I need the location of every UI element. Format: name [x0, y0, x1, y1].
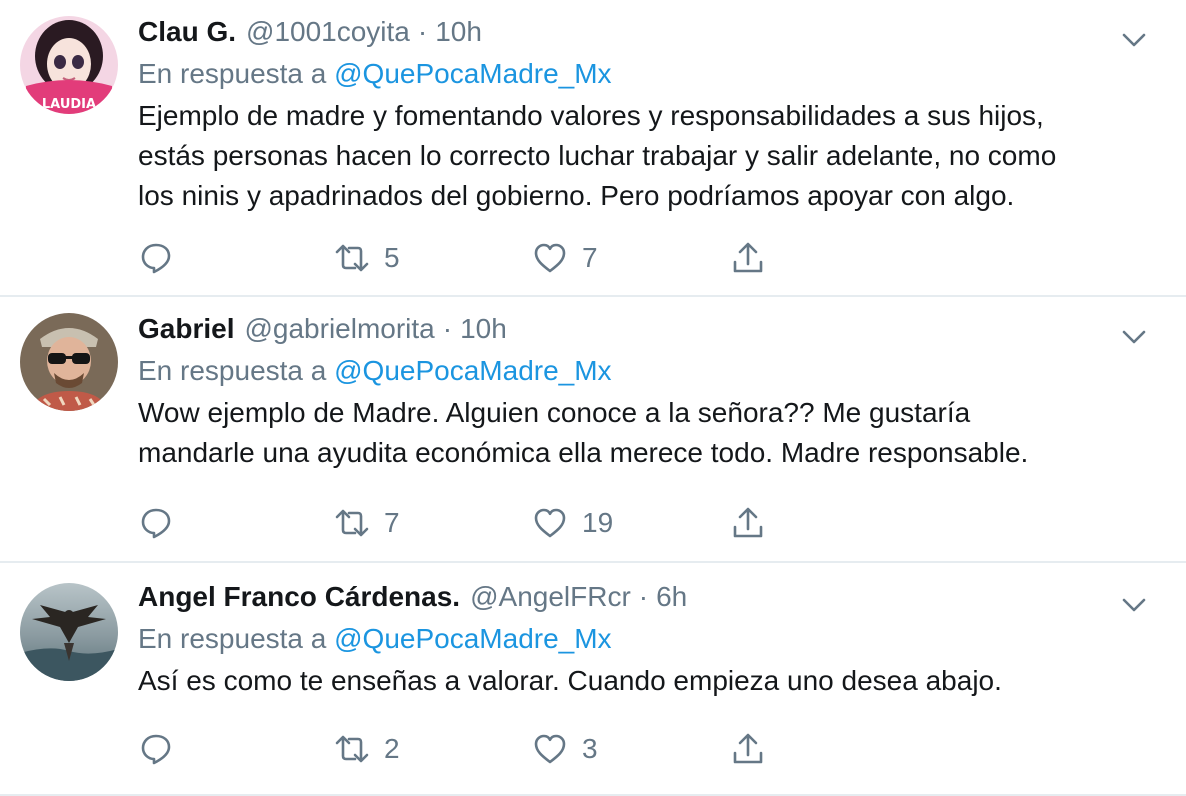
tweet[interactable]: Angel Franco Cárdenas. @AngelFRcr · 6h E… — [0, 563, 1186, 796]
reply-to-link[interactable]: @QuePocaMadre_Mx — [334, 355, 611, 386]
like-button[interactable]: 19 — [532, 503, 613, 543]
reply-prefix: En respuesta a — [138, 623, 327, 654]
retweet-count: 2 — [384, 733, 400, 764]
heart-icon — [534, 243, 566, 273]
avatar[interactable] — [20, 583, 118, 681]
timestamp[interactable]: 10h — [460, 309, 507, 349]
retweet-count: 5 — [384, 242, 400, 273]
chevron-down-icon[interactable] — [1120, 327, 1148, 347]
tweet[interactable]: LAUDIA Clau G. @1001coyita · 10h En resp… — [0, 0, 1186, 297]
display-name[interactable]: Clau G. — [138, 12, 236, 52]
like-count: 19 — [582, 507, 614, 538]
separator-dot: · — [638, 581, 649, 612]
tweet-header: Clau G. @1001coyita · 10h — [138, 12, 1146, 52]
reply-context: En respuesta a @QuePocaMadre_Mx — [138, 52, 1146, 96]
reply-icon — [141, 508, 171, 539]
tweet[interactable]: Gabriel @gabrielmorita · 10h En respuest… — [0, 297, 1186, 563]
share-icon — [733, 507, 763, 538]
chevron-down-icon[interactable] — [1120, 595, 1148, 615]
tweet-header: Gabriel @gabrielmorita · 10h — [138, 309, 1146, 349]
avatar[interactable] — [20, 313, 118, 411]
like-button[interactable]: 7 — [532, 238, 598, 278]
retweet-icon — [335, 509, 369, 537]
heart-icon — [534, 734, 566, 764]
user-handle[interactable]: @gabrielmorita — [244, 309, 434, 349]
tweet-header: Angel Franco Cárdenas. @AngelFRcr · 6h — [138, 577, 1146, 617]
timestamp[interactable]: 10h — [435, 12, 482, 52]
tweet-text-line: estás personas hacen lo correcto luchar … — [138, 140, 1057, 171]
display-name[interactable]: Angel Franco Cárdenas. — [138, 577, 460, 617]
chevron-down-icon[interactable] — [1120, 30, 1148, 50]
tweet-text-line: Ejemplo de madre y fomentando valores y … — [138, 100, 1044, 131]
reply-context: En respuesta a @QuePocaMadre_Mx — [138, 617, 1146, 661]
retweet-count: 7 — [384, 507, 400, 538]
share-icon — [733, 733, 763, 764]
share-icon — [733, 242, 763, 273]
avatar[interactable]: LAUDIA — [20, 16, 118, 114]
like-button[interactable]: 3 — [532, 729, 598, 769]
share-button[interactable] — [730, 503, 766, 543]
reply-icon — [141, 734, 171, 765]
user-handle[interactable]: @1001coyita — [246, 12, 410, 52]
tweet-text-line: mandarle una ayudita económica ella mere… — [138, 437, 1029, 468]
retweet-button[interactable]: 5 — [334, 238, 400, 278]
share-button[interactable] — [730, 729, 766, 769]
separator-dot: · — [442, 313, 453, 344]
tweet-text-line: los ninis y apadrinados del gobierno. Pe… — [138, 180, 1015, 211]
retweet-button[interactable]: 2 — [334, 729, 400, 769]
like-count: 7 — [582, 242, 598, 273]
share-button[interactable] — [730, 238, 766, 278]
avatar-label: LAUDIA — [42, 97, 96, 112]
retweet-button[interactable]: 7 — [334, 503, 400, 543]
reply-to-link[interactable]: @QuePocaMadre_Mx — [334, 623, 611, 654]
tweet-text: Wow ejemplo de Madre. Alguien conoce a l… — [138, 393, 1146, 473]
reply-context: En respuesta a @QuePocaMadre_Mx — [138, 349, 1146, 393]
reply-icon — [141, 243, 171, 274]
reply-to-link[interactable]: @QuePocaMadre_Mx — [334, 58, 611, 89]
reply-prefix: En respuesta a — [138, 355, 327, 386]
reply-button[interactable] — [138, 238, 174, 278]
reply-button[interactable] — [138, 503, 174, 543]
tweet-text-line: Así es como te enseñas a valorar. Cuando… — [138, 665, 1002, 696]
tweet-text: Ejemplo de madre y fomentando valores y … — [138, 96, 1146, 216]
reply-button[interactable] — [138, 729, 174, 769]
heart-icon — [534, 508, 566, 538]
like-count: 3 — [582, 733, 598, 764]
user-handle[interactable]: @AngelFRcr — [470, 577, 631, 617]
tweet-text: Así es como te enseñas a valorar. Cuando… — [138, 661, 1146, 701]
display-name[interactable]: Gabriel — [138, 309, 234, 349]
retweet-icon — [335, 735, 369, 763]
timestamp[interactable]: 6h — [656, 577, 687, 617]
reply-prefix: En respuesta a — [138, 58, 327, 89]
tweet-text-line: Wow ejemplo de Madre. Alguien conoce a l… — [138, 397, 971, 428]
retweet-icon — [335, 244, 369, 272]
separator-dot: · — [417, 16, 428, 47]
